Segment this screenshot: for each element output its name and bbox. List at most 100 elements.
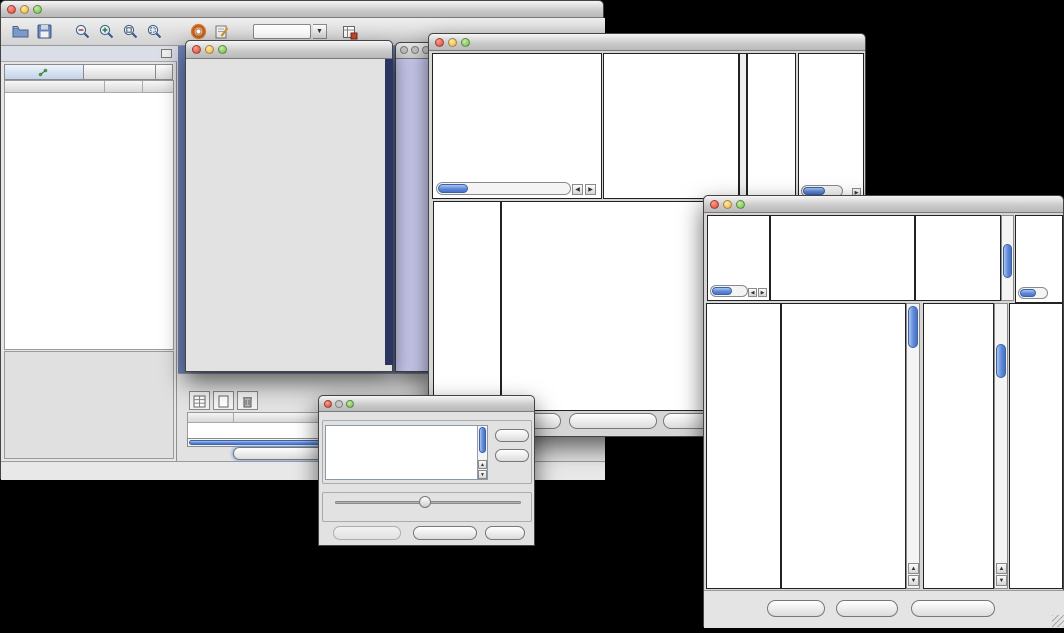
col-nodes	[105, 81, 143, 92]
window-controls[interactable]	[7, 5, 42, 14]
id-column-header	[188, 413, 234, 422]
zoom-out-icon[interactable]	[71, 21, 93, 43]
tv2-view-status-text	[708, 218, 769, 220]
minimize-icon[interactable]	[723, 200, 732, 209]
scroll-right-arrow[interactable]: ▶	[585, 184, 596, 195]
tv2-zoom-canvas[interactable]	[924, 304, 993, 588]
tv2-heatmap-vscrollbar[interactable]: ▲ ▼	[906, 303, 920, 589]
tv1-export-graphics-button[interactable]	[569, 413, 657, 429]
col-network	[5, 81, 105, 92]
scroll-down-arrow[interactable]: ▼	[908, 575, 919, 586]
tv2-zoom-heatmap[interactable]	[923, 303, 994, 589]
scroll-left-arrow[interactable]: ◀	[572, 184, 583, 195]
tv2-row-tree-canvas[interactable]	[707, 304, 780, 588]
treeview-combined-window[interactable]: ◀ ▶ ▲ ▼ ▲ ▼	[703, 195, 1064, 627]
tv2-collabel-scrollbar[interactable]	[1001, 215, 1014, 301]
scroll-down-arrow[interactable]: ▼	[478, 470, 487, 479]
close-icon[interactable]	[7, 5, 16, 14]
treeview1-titlebar[interactable]	[429, 34, 865, 51]
resize-grip[interactable]	[1052, 615, 1064, 627]
tv1-heatmap-canvas[interactable]	[502, 202, 730, 410]
animation-speed-slider-thumb[interactable]	[419, 496, 431, 508]
tv2-view-status-panel: ◀ ▶	[707, 215, 770, 301]
zoom-window-icon[interactable]	[33, 5, 42, 14]
close-icon[interactable]	[192, 45, 201, 54]
zoom-window-icon[interactable]	[218, 45, 227, 54]
tv2-row-dendrogram[interactable]	[706, 303, 781, 589]
tab-network[interactable]	[4, 64, 84, 80]
tv1-row-dendrogram[interactable]	[433, 201, 501, 411]
control-panel-tabs	[4, 64, 173, 80]
close-icon[interactable]	[710, 200, 719, 209]
close-icon[interactable]	[400, 46, 408, 54]
attribute-list-scrollbar[interactable]: ▲ ▼	[477, 426, 487, 479]
minimize-icon[interactable]	[411, 46, 419, 54]
dense-window-titlebar[interactable]	[396, 43, 432, 59]
tv2-heatmap-canvas[interactable]	[782, 304, 905, 588]
scroll-right-arrow[interactable]: ▶	[758, 288, 767, 297]
network-view-window[interactable]	[185, 40, 393, 372]
create-vizmap-button[interactable]	[413, 526, 477, 540]
close-icon[interactable]	[324, 400, 332, 408]
delete-attribute-trash-icon[interactable]	[237, 391, 258, 410]
scroll-down-arrow[interactable]: ▼	[996, 575, 1007, 586]
tv2-gene-vscrollbar[interactable]: ▲ ▼	[994, 303, 1008, 589]
network-canvas[interactable]	[187, 59, 385, 365]
tv2-save-data-button[interactable]	[836, 600, 898, 617]
tv2-settings-button[interactable]	[767, 600, 825, 617]
tv2-gene-labels	[1009, 303, 1063, 589]
scroll-left-arrow[interactable]: ◀	[748, 288, 757, 297]
desktop: ▼	[0, 0, 1064, 633]
tv2-heatmap[interactable]	[781, 303, 906, 589]
tv2-usage-hints-panel	[1015, 215, 1063, 303]
minimize-icon[interactable]	[20, 5, 29, 14]
done-button[interactable]	[485, 526, 525, 540]
tv2-status-scrollbar[interactable]	[710, 285, 748, 297]
close-icon[interactable]	[435, 38, 444, 47]
tab-overflow-arrow[interactable]	[156, 64, 173, 80]
treeview2-titlebar[interactable]	[704, 196, 1063, 213]
zoom-selected-icon[interactable]	[143, 21, 165, 43]
scroll-up-arrow[interactable]: ▲	[908, 563, 919, 574]
minimize-icon[interactable]	[205, 45, 214, 54]
tv2-hints-scrollbar[interactable]	[1018, 287, 1048, 299]
tv1-column-tree-canvas[interactable]	[604, 54, 738, 198]
zoom-in-icon[interactable]	[95, 21, 117, 43]
overview-canvas[interactable]	[5, 356, 173, 458]
new-attribute-icon[interactable]	[213, 391, 234, 410]
tv1-column-dendrogram[interactable]	[603, 53, 739, 199]
tv1-status-scrollbar[interactable]	[436, 182, 571, 195]
tv1-heatmap[interactable]	[501, 201, 731, 411]
map-colors-dialog[interactable]: ▲ ▼	[318, 395, 535, 546]
zoom-window-icon[interactable]	[346, 400, 354, 408]
dialog-titlebar[interactable]	[319, 396, 534, 412]
open-file-button[interactable]	[9, 21, 31, 43]
float-panel-icon[interactable]	[161, 49, 172, 58]
select-attributes-icon[interactable]	[189, 391, 210, 410]
zoom-window-icon[interactable]	[461, 38, 470, 47]
tv1-mini-scroll[interactable]	[739, 53, 747, 199]
tv1-row-tree-canvas[interactable]	[434, 202, 500, 410]
tab-vizmapper[interactable]	[84, 64, 156, 80]
minimize-icon[interactable]	[335, 400, 343, 408]
save-button[interactable]	[33, 21, 55, 43]
minimize-icon[interactable]	[448, 38, 457, 47]
zoom-window-icon[interactable]	[736, 200, 745, 209]
tv1-view-status-text	[433, 56, 601, 58]
network-table-header[interactable]	[5, 81, 173, 93]
attribute-listbox[interactable]: ▲ ▼	[325, 425, 488, 480]
scroll-up-arrow[interactable]: ▲	[478, 460, 487, 469]
search-dropdown-arrow[interactable]: ▼	[313, 24, 327, 39]
tv2-export-graphics-button[interactable]	[911, 600, 995, 617]
move-attribute-down-button[interactable]	[495, 449, 529, 462]
move-attribute-up-button[interactable]	[495, 429, 529, 442]
zoom-fit-icon[interactable]	[119, 21, 141, 43]
scroll-up-arrow[interactable]: ▲	[996, 563, 1007, 574]
tv2-column-tree-area[interactable]	[770, 215, 915, 301]
network-window-titlebar[interactable]	[186, 41, 392, 59]
main-titlebar[interactable]	[1, 1, 603, 18]
animate-vizmap-button[interactable]	[333, 526, 401, 540]
network-overview-panel[interactable]	[4, 351, 174, 459]
animation-speed-group	[322, 492, 532, 522]
search-input[interactable]	[253, 24, 311, 39]
